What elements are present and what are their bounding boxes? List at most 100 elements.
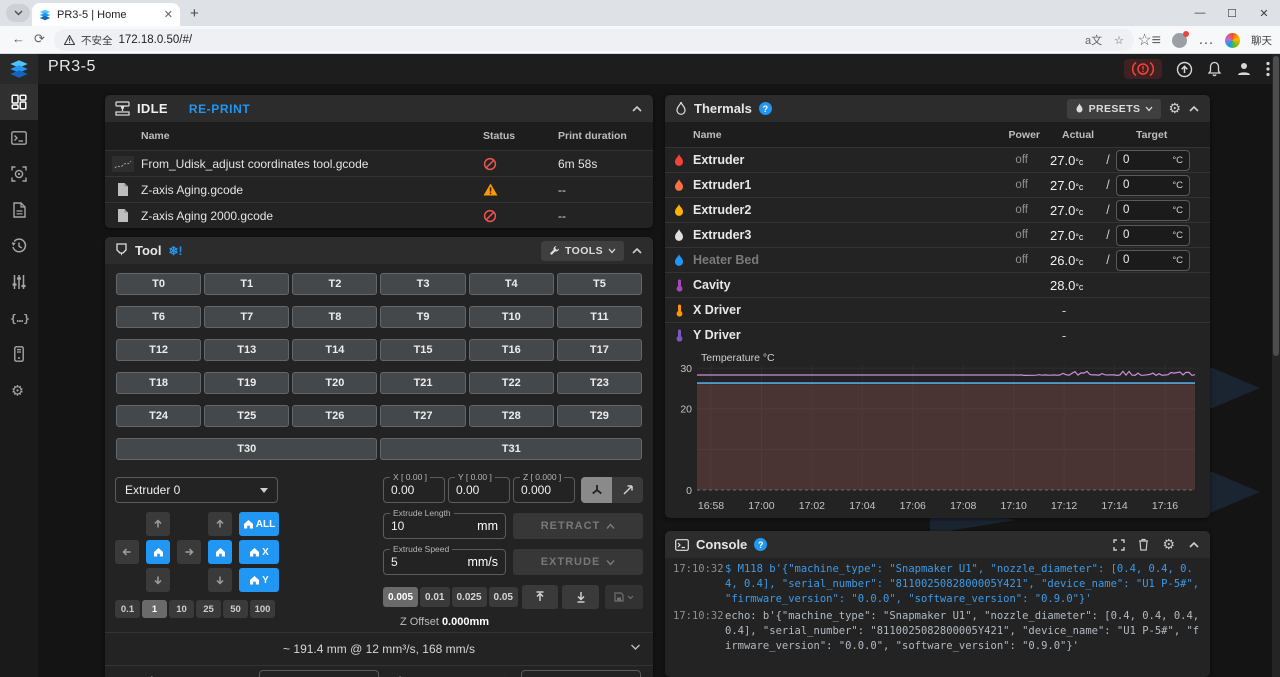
collapse-chevron-icon[interactable] — [1188, 541, 1200, 549]
tool-button-T9[interactable]: T9 — [380, 306, 465, 328]
tool-button-T6[interactable]: T6 — [116, 306, 201, 328]
tool-button-T0[interactable]: T0 — [116, 273, 201, 295]
column-print-duration[interactable]: Print duration — [558, 130, 653, 142]
zoffset-down-button[interactable] — [562, 585, 598, 609]
sensor-name[interactable]: Extruder3 — [693, 228, 976, 242]
collapse-chevron-icon[interactable] — [631, 105, 643, 113]
position-field-z[interactable]: Z [ 0.000 ]0.000 — [513, 477, 575, 503]
tool-button-T17[interactable]: T17 — [557, 339, 642, 361]
gcode-file-row[interactable]: Z-axis Aging.gcode -- — [105, 176, 653, 202]
user-account-icon[interactable] — [1236, 61, 1252, 77]
fullscreen-icon[interactable] — [1113, 539, 1125, 551]
gear-icon[interactable]: ⚙ — [1162, 536, 1175, 553]
tool-button-T25[interactable]: T25 — [204, 405, 289, 427]
relative-mode-button[interactable] — [612, 477, 643, 503]
move-step-100[interactable]: 100 — [250, 600, 275, 618]
retract-button[interactable]: RETRACT — [513, 513, 643, 539]
position-field-y[interactable]: Y [ 0.00 ]0.00 — [448, 477, 510, 503]
target-temp-input[interactable]: 0°C — [1116, 200, 1190, 221]
move-y-plus-button[interactable] — [146, 512, 170, 536]
page-scrollbar[interactable] — [1272, 54, 1280, 677]
tool-button-T7[interactable]: T7 — [204, 306, 289, 328]
speed-input[interactable]: 100 % — [259, 670, 379, 677]
sidebar-item-gcode-viewer[interactable] — [0, 156, 38, 192]
flow-input[interactable]: 100 % — [521, 670, 641, 677]
sidebar-item-interface-settings[interactable]: ⚙ — [0, 372, 38, 408]
browser-tab[interactable]: PR3-5 | Home ✕ — [32, 3, 180, 26]
sidebar-item-machine-config[interactable]: {…} — [0, 300, 38, 336]
zoffset-step-0.005[interactable]: 0.005 — [383, 587, 418, 607]
collapse-chevron-icon[interactable] — [631, 247, 643, 255]
extrude-length-field[interactable]: Extrude Length 10 mm — [383, 513, 506, 539]
sidebar-item-history[interactable] — [0, 228, 38, 264]
sidebar-item-console[interactable] — [0, 120, 38, 156]
tool-button-T14[interactable]: T14 — [292, 339, 377, 361]
tool-button-T13[interactable]: T13 — [204, 339, 289, 361]
sensor-name[interactable]: Heater Bed — [693, 253, 976, 267]
copilot-label[interactable]: 聊天 — [1251, 33, 1272, 48]
target-temp-input[interactable]: 0°C — [1116, 175, 1190, 196]
move-x-plus-button[interactable] — [177, 540, 201, 564]
zoffset-step-0.01[interactable]: 0.01 — [420, 587, 449, 607]
extruder-select[interactable]: Extruder 0 — [115, 477, 278, 503]
sidebar-item-gcode-files[interactable] — [0, 192, 38, 228]
help-badge[interactable]: ? — [759, 102, 772, 115]
extrude-button[interactable]: EXTRUDE — [513, 549, 643, 575]
sidebar-item-tune[interactable] — [0, 264, 38, 300]
sensor-name[interactable]: Y Driver — [693, 328, 976, 342]
tool-button-T28[interactable]: T28 — [469, 405, 554, 427]
temperature-chart[interactable]: 16:5817:0017:0217:0417:0617:0817:1017:12… — [665, 347, 1210, 518]
move-step-0.1[interactable]: 0.1 — [115, 600, 140, 618]
target-temp-input[interactable]: 0°C — [1116, 225, 1190, 246]
new-tab-button[interactable]: + — [190, 5, 199, 22]
tool-button-T3[interactable]: T3 — [380, 273, 465, 295]
tool-button-T26[interactable]: T26 — [292, 405, 377, 427]
tool-button-T4[interactable]: T4 — [469, 273, 554, 295]
tab-search-button[interactable] — [6, 4, 30, 22]
tool-button-T11[interactable]: T11 — [557, 306, 642, 328]
tool-button-T22[interactable]: T22 — [469, 372, 554, 394]
column-status[interactable]: Status — [483, 130, 558, 142]
tool-button-T15[interactable]: T15 — [380, 339, 465, 361]
move-step-1[interactable]: 1 — [142, 600, 167, 618]
tool-button-T10[interactable]: T10 — [469, 306, 554, 328]
move-step-10[interactable]: 10 — [169, 600, 194, 618]
sensor-name[interactable]: Extruder2 — [693, 203, 976, 217]
url-bar[interactable]: 不安全 172.18.0.50/#/ a文 ☆ — [54, 29, 1134, 51]
gcode-file-row[interactable]: From_Udisk_adjust coordinates tool.gcode… — [105, 150, 653, 176]
tool-button-T16[interactable]: T16 — [469, 339, 554, 361]
move-z-plus-button[interactable] — [208, 512, 232, 536]
browser-menu-icon[interactable]: … — [1198, 31, 1214, 49]
refresh-icon[interactable]: ⟳ — [34, 31, 45, 47]
move-z-minus-button[interactable] — [208, 568, 232, 592]
zoffset-save-button[interactable] — [605, 585, 643, 609]
favorite-star-icon[interactable]: ☆ — [1114, 34, 1124, 47]
emergency-stop-button[interactable] — [1124, 59, 1162, 79]
window-maximize-button[interactable]: ☐ — [1216, 0, 1248, 26]
tool-button-T20[interactable]: T20 — [292, 372, 377, 394]
notifications-bell-icon[interactable] — [1207, 61, 1222, 77]
tool-button-T8[interactable]: T8 — [292, 306, 377, 328]
tool-button-T1[interactable]: T1 — [204, 273, 289, 295]
window-close-button[interactable]: ✕ — [1248, 0, 1280, 26]
sensor-name[interactable]: Extruder1 — [693, 178, 976, 192]
tool-button-T21[interactable]: T21 — [380, 372, 465, 394]
translate-icon[interactable]: a文 — [1085, 32, 1102, 48]
sensor-name[interactable]: Extruder — [693, 153, 976, 167]
move-x-minus-button[interactable] — [115, 540, 139, 564]
tool-button-T18[interactable]: T18 — [116, 372, 201, 394]
absolute-mode-button[interactable] — [581, 477, 612, 503]
sidebar-item-dashboard[interactable] — [0, 84, 38, 120]
zoffset-step-0.05[interactable]: 0.05 — [489, 587, 518, 607]
tool-button-T23[interactable]: T23 — [557, 372, 642, 394]
favorites-list-icon[interactable]: ☆≡ — [1137, 30, 1161, 50]
console-log[interactable]: 17:10:32 $ M118 b'{"machine_type": "Snap… — [665, 558, 1210, 653]
home-z-button[interactable] — [208, 540, 232, 564]
help-badge[interactable]: ? — [754, 538, 767, 551]
sidebar-item-host-device[interactable] — [0, 336, 38, 372]
position-field-x[interactable]: X [ 0.00 ]0.00 — [383, 477, 445, 503]
zoffset-step-0.025[interactable]: 0.025 — [452, 587, 487, 607]
move-step-25[interactable]: 25 — [196, 600, 221, 618]
presets-dropdown-button[interactable]: PRESETS — [1067, 99, 1162, 119]
target-temp-input[interactable]: 0°C — [1116, 250, 1190, 271]
